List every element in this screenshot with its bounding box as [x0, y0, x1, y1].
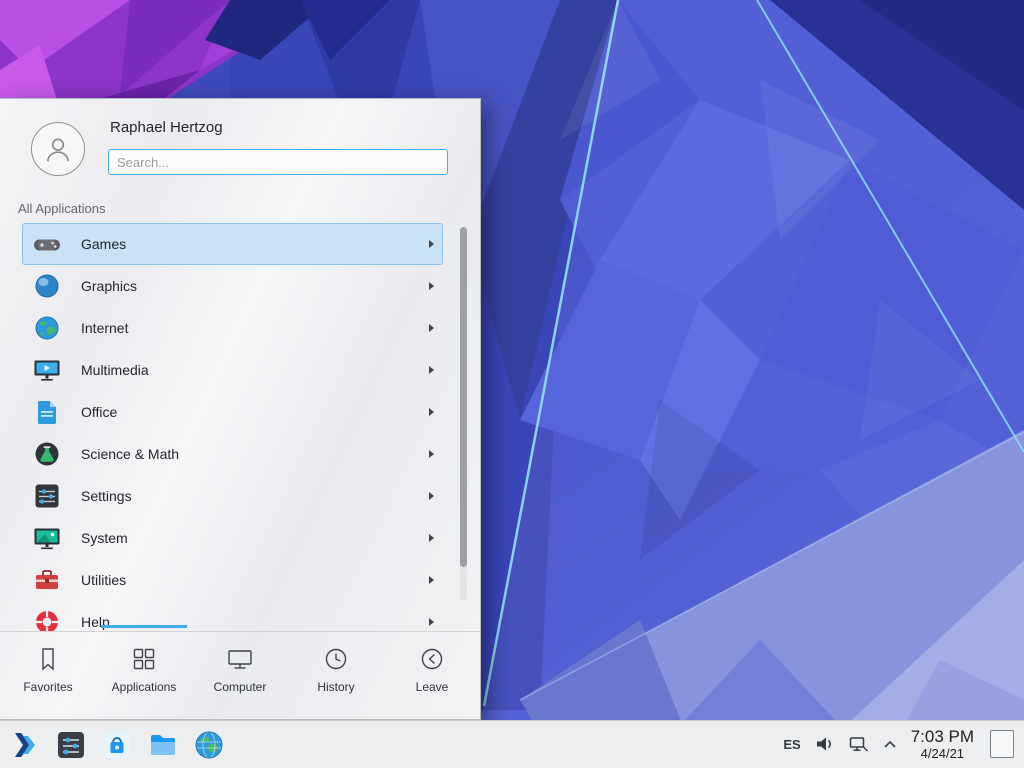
taskbar: ES 7:03 [0, 720, 1024, 768]
tab-label: Favorites [23, 680, 72, 694]
desktop: Raphael Hertzog All Applications Games [0, 0, 1024, 768]
history-clock-icon [322, 645, 350, 673]
submenu-arrow-icon [429, 282, 434, 290]
tab-favorites[interactable]: Favorites [0, 632, 96, 719]
user-icon [42, 133, 74, 165]
category-label: Graphics [81, 278, 137, 294]
submenu-arrow-icon [429, 576, 434, 584]
scrollbar-thumb[interactable] [460, 227, 467, 567]
tab-computer[interactable]: Computer [192, 632, 288, 719]
volume-icon[interactable] [815, 735, 835, 753]
section-label: All Applications [18, 201, 105, 216]
category-multimedia[interactable]: Multimedia [22, 349, 443, 391]
clock-time: 7:03 PM [911, 727, 974, 747]
system-tray: ES 7:03 [783, 727, 1024, 761]
category-label: Multimedia [81, 362, 149, 378]
tab-label: Computer [214, 680, 267, 694]
applications-grid-icon [130, 645, 158, 673]
gamepad-icon [33, 230, 61, 258]
clock-date: 4/24/21 [911, 747, 974, 762]
submenu-arrow-icon [429, 408, 434, 416]
web-browser-button[interactable] [192, 728, 226, 762]
tab-label: Applications [112, 680, 177, 694]
category-label: Utilities [81, 572, 126, 588]
avatar[interactable] [31, 122, 85, 176]
category-help[interactable]: Help [22, 601, 443, 631]
network-icon[interactable] [849, 735, 869, 753]
category-label: Games [81, 236, 126, 252]
utilities-toolbox-icon [33, 566, 61, 594]
category-science-math[interactable]: Science & Math [22, 433, 443, 475]
file-manager-button[interactable] [146, 728, 180, 762]
graphics-sphere-icon [33, 272, 61, 300]
tab-history[interactable]: History [288, 632, 384, 719]
category-label: System [81, 530, 128, 546]
browser-globe-icon [193, 729, 225, 761]
category-office[interactable]: Office [22, 391, 443, 433]
bookmark-icon [34, 645, 62, 673]
expand-caret-icon[interactable] [883, 740, 897, 749]
submenu-arrow-icon [429, 618, 434, 626]
taskbar-left [0, 728, 226, 762]
system-settings-icon [55, 729, 87, 761]
category-label: Science & Math [81, 446, 179, 462]
submenu-arrow-icon [429, 366, 434, 374]
app-launcher-button[interactable] [8, 728, 42, 762]
submenu-arrow-icon [429, 240, 434, 248]
category-label: Settings [81, 488, 132, 504]
discover-icon [101, 729, 133, 761]
kde-launcher-icon [9, 729, 41, 761]
folder-icon [147, 729, 179, 761]
submenu-arrow-icon [429, 492, 434, 500]
leave-icon [418, 645, 446, 673]
help-lifebuoy-icon [33, 608, 61, 631]
tab-leave[interactable]: Leave [384, 632, 480, 719]
science-flask-icon [33, 440, 61, 468]
globe-icon [33, 314, 61, 342]
office-document-icon [33, 398, 61, 426]
category-list: Games Graphics [0, 223, 480, 631]
scrollbar[interactable] [460, 227, 467, 601]
system-monitor-icon [33, 524, 61, 552]
submenu-arrow-icon [429, 324, 434, 332]
submenu-arrow-icon [429, 534, 434, 542]
launcher-footer: Favorites Applications Computer [0, 631, 480, 719]
application-launcher: Raphael Hertzog All Applications Games [0, 98, 481, 720]
category-utilities[interactable]: Utilities [22, 559, 443, 601]
system-settings-button[interactable] [54, 728, 88, 762]
tab-label: Leave [416, 680, 449, 694]
tab-applications[interactable]: Applications [96, 632, 192, 719]
discover-button[interactable] [100, 728, 134, 762]
category-system[interactable]: System [22, 517, 443, 559]
show-desktop-button[interactable] [990, 730, 1014, 758]
category-label: Office [81, 404, 117, 420]
active-tab-indicator [101, 625, 187, 628]
multimedia-monitor-icon [33, 356, 61, 384]
tab-label: History [317, 680, 354, 694]
category-settings[interactable]: Settings [22, 475, 443, 517]
keyboard-layout-indicator[interactable]: ES [783, 737, 800, 752]
digital-clock[interactable]: 7:03 PM 4/24/21 [911, 727, 974, 761]
computer-icon [226, 645, 254, 673]
user-name: Raphael Hertzog [110, 119, 223, 136]
category-label: Internet [81, 320, 128, 336]
search-input[interactable] [108, 149, 448, 175]
category-internet[interactable]: Internet [22, 307, 443, 349]
settings-sliders-icon [33, 482, 61, 510]
category-graphics[interactable]: Graphics [22, 265, 443, 307]
submenu-arrow-icon [429, 450, 434, 458]
category-games[interactable]: Games [22, 223, 443, 265]
